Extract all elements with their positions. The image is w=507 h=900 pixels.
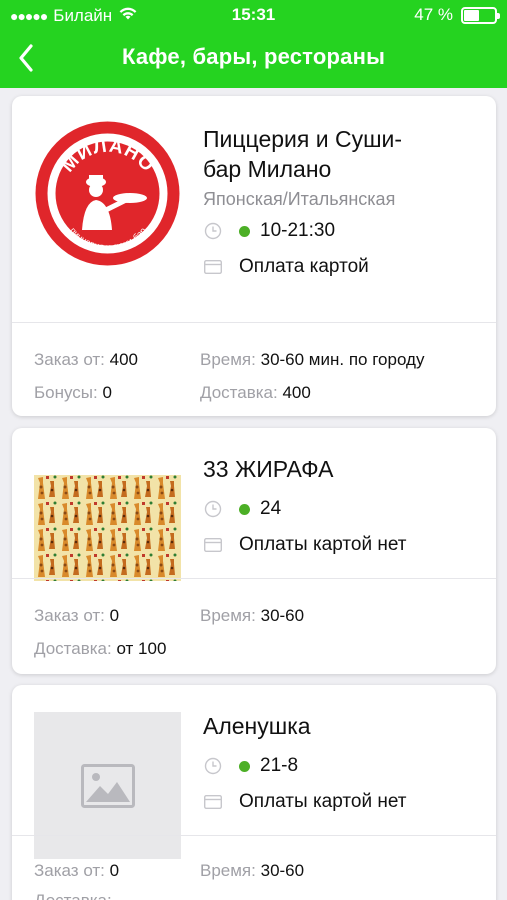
giraffe-pattern-image — [34, 475, 181, 581]
restaurant-name: Аленушка — [203, 713, 311, 739]
card-icon — [203, 792, 223, 812]
delivery-cost-label: Доставка: — [34, 639, 112, 658]
open-status-dot — [239, 503, 250, 515]
status-bar: ●●●●● Билайн 15:31 47 % — [0, 0, 507, 30]
restaurant-name: 33 ЖИРАФА — [203, 456, 334, 482]
image-placeholder — [34, 712, 181, 859]
delivery-time-label: Время: — [200, 606, 256, 625]
clock-icon — [203, 756, 223, 776]
cuisine-label: Японская/Итальянская — [203, 189, 396, 209]
card-divider — [12, 322, 496, 323]
restaurant-name-line2: бар Милано — [203, 156, 332, 182]
payment-value: Оплаты картой нет — [239, 791, 407, 812]
hours-value: 21-8 — [260, 755, 299, 776]
restaurant-card-milano[interactable]: МИЛАНО пиццерия и суши-бар Пиццерия и Су… — [12, 96, 496, 416]
delivery-cost: Доставка: от 100 — [34, 639, 166, 659]
hours-value: 24 — [260, 498, 282, 519]
card-icon — [203, 257, 223, 277]
card-divider — [12, 578, 496, 579]
restaurant-card-33-giraffes[interactable]: 33 ЖИРАФА 24 Оплаты картой нет Заказ от:… — [12, 428, 496, 674]
battery-percent: 47 % — [414, 5, 453, 24]
bonus-value: 0 — [102, 383, 112, 402]
status-right: 47 % — [414, 5, 500, 25]
restaurant-name-line1: Пиццерия и Суши- — [203, 126, 403, 152]
min-order-label: Заказ от: — [34, 350, 105, 369]
hours-row: 24 — [203, 498, 281, 520]
payment-row: Оплаты картой нет — [203, 791, 406, 813]
card-divider — [12, 835, 496, 836]
clock-icon — [203, 221, 223, 241]
app-header: ●●●●● Билайн 15:31 47 % Кафе, бары, рест… — [0, 0, 507, 88]
image-placeholder-icon — [80, 763, 135, 808]
delivery-time-value: 30-60 мин. по городу — [260, 350, 425, 369]
delivery-cost: Доставка: — [34, 891, 112, 900]
payment-value: Оплата картой — [239, 256, 369, 277]
bonus-label: Бонусы: — [34, 383, 98, 402]
delivery-time: Время: 30-60 — [200, 606, 304, 626]
battery-icon — [461, 6, 500, 24]
payment-row: Оплата картой — [203, 256, 369, 278]
min-order-label: Заказ от: — [34, 861, 105, 880]
open-status-dot — [239, 225, 250, 237]
delivery-time: Время: 30-60 мин. по городу — [200, 350, 424, 370]
clock-icon — [203, 499, 223, 519]
restaurant-card-alenushka[interactable]: Аленушка 21-8 Оплаты картой нет Заказ от… — [12, 685, 496, 900]
delivery-time-label: Время: — [200, 350, 256, 369]
delivery-cost-label: Доставка: — [34, 891, 112, 900]
bonus: Бонусы: 0 — [34, 383, 112, 403]
min-order: Заказ от: 0 — [34, 606, 119, 626]
delivery-cost-value: 400 — [282, 383, 311, 402]
hours-row: 21-8 — [203, 755, 298, 777]
min-order: Заказ от: 0 — [34, 861, 119, 881]
delivery-time: Время: 30-60 — [200, 861, 304, 881]
hours-value: 10-21:30 — [260, 220, 336, 241]
delivery-time-value: 30-60 — [260, 606, 305, 625]
milano-logo: МИЛАНО пиццерия и суши-бар — [34, 120, 181, 267]
payment-value: Оплаты картой нет — [239, 534, 407, 555]
hours-row: 10-21:30 — [203, 220, 335, 242]
delivery-cost: Доставка: 400 — [200, 383, 311, 403]
delivery-cost-value: от 100 — [116, 639, 167, 658]
min-order-value: 0 — [109, 861, 120, 880]
delivery-time-value: 30-60 — [260, 861, 305, 880]
delivery-time-label: Время: — [200, 861, 256, 880]
card-icon — [203, 535, 223, 555]
page-title: Кафе, бары, рестораны — [121, 44, 386, 69]
min-order-value: 0 — [109, 606, 120, 625]
min-order-label: Заказ от: — [34, 606, 105, 625]
payment-row: Оплаты картой нет — [203, 534, 406, 556]
min-order: Заказ от: 400 — [34, 350, 138, 370]
min-order-value: 400 — [109, 350, 139, 369]
restaurant-name: Пиццерия и Суши- бар Милано — [203, 124, 402, 184]
open-status-dot — [239, 760, 250, 772]
delivery-cost-label: Доставка: — [200, 383, 278, 402]
